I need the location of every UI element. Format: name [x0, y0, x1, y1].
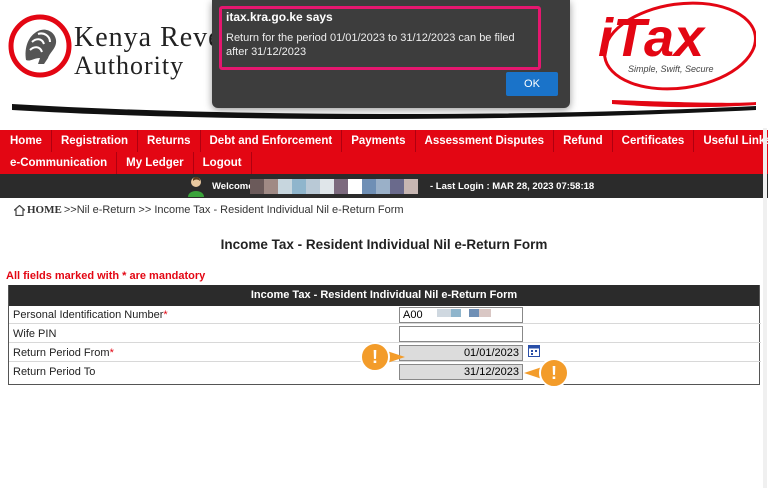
itax-brand-text: iTax: [598, 8, 706, 68]
dialog-message: Return for the period 01/01/2023 to 31/1…: [226, 32, 515, 58]
menu-item-home[interactable]: Home: [0, 130, 52, 152]
menu-item-e-communication[interactable]: e-Communication: [0, 152, 118, 174]
redaction-block: [264, 179, 278, 194]
itax-tagline: Simple, Swift, Secure: [628, 64, 714, 74]
redaction-block: [250, 179, 264, 194]
menu-item-certificates[interactable]: Certificates: [613, 130, 695, 152]
home-icon[interactable]: [14, 204, 25, 216]
redaction-block: [390, 179, 404, 194]
wife-pin-input[interactable]: [399, 326, 523, 342]
warning-marker-icon: !: [524, 358, 569, 388]
menu-row-2: e-Communication My Ledger Logout: [0, 152, 768, 174]
calendar-icon[interactable]: [528, 344, 540, 357]
redaction-block: [376, 179, 390, 194]
redaction-block: [320, 179, 334, 194]
pin-redaction: [437, 309, 491, 317]
menu-item-debt-enforcement[interactable]: Debt and Enforcement: [201, 130, 343, 152]
menu-item-refund[interactable]: Refund: [554, 130, 613, 152]
mandatory-note: All fields marked with * are mandatory: [6, 270, 206, 282]
menu-row-1: Home Registration Returns Debt and Enfor…: [0, 130, 768, 152]
redaction-block: [362, 179, 376, 194]
dialog-ok-button[interactable]: OK: [506, 72, 558, 96]
redaction-block: [404, 179, 418, 194]
breadcrumb-trail: >>Nil e-Return >> Income Tax - Resident …: [63, 204, 404, 216]
redaction-block: [292, 179, 306, 194]
user-avatar-icon: [188, 176, 204, 197]
browser-alert-dialog: itax.kra.go.ke says Return for the perio…: [212, 0, 570, 108]
breadcrumb: HOME >>Nil e-Return >> Income Tax - Resi…: [14, 204, 404, 216]
warning-marker-symbol: !: [372, 347, 378, 367]
redaction-block: [348, 179, 362, 194]
form-header: Income Tax - Resident Individual Nil e-R…: [9, 285, 759, 306]
period-to-input[interactable]: [399, 364, 523, 380]
redaction-block: [306, 179, 320, 194]
redacted-username: [250, 179, 418, 194]
field-label-wife-pin: Wife PIN: [13, 328, 57, 340]
dialog-title: itax.kra.go.ke says: [226, 10, 333, 24]
scrollbar[interactable]: [762, 128, 768, 488]
itax-logo-icon: iTax Simple, Swift, Secure: [598, 1, 756, 91]
page-title: Income Tax - Resident Individual Nil e-R…: [220, 237, 548, 252]
welcome-label: Welcome: [212, 181, 254, 192]
field-label-pin: Personal Identification Number*: [13, 309, 168, 321]
period-from-input[interactable]: [399, 345, 523, 361]
warning-marker-symbol: !: [551, 363, 557, 383]
menu-item-my-ledger[interactable]: My Ledger: [117, 152, 194, 174]
welcome-bar: Welcome - Last Login : MAR 28, 2023 07:5…: [0, 174, 768, 198]
redaction-block: [334, 179, 348, 194]
main-menu: Home Registration Returns Debt and Enfor…: [0, 130, 768, 174]
menu-item-registration[interactable]: Registration: [52, 130, 139, 152]
menu-item-returns[interactable]: Returns: [138, 130, 201, 152]
menu-item-useful-links[interactable]: Useful Links: [694, 130, 768, 152]
menu-item-payments[interactable]: Payments: [342, 130, 416, 152]
field-label-period-from: Return Period From*: [13, 347, 114, 359]
warning-marker-icon: !: [360, 342, 405, 372]
field-label-period-to: Return Period To: [13, 366, 96, 378]
breadcrumb-home[interactable]: HOME: [27, 204, 62, 216]
form-row-pin: Personal Identification Number*: [9, 306, 761, 324]
last-login-text: - Last Login : MAR 28, 2023 07:58:18: [430, 181, 595, 192]
menu-item-logout[interactable]: Logout: [194, 152, 252, 174]
menu-item-assessment-disputes[interactable]: Assessment Disputes: [416, 130, 555, 152]
redaction-block: [278, 179, 292, 194]
kra-lion-logo-icon: [8, 14, 72, 78]
